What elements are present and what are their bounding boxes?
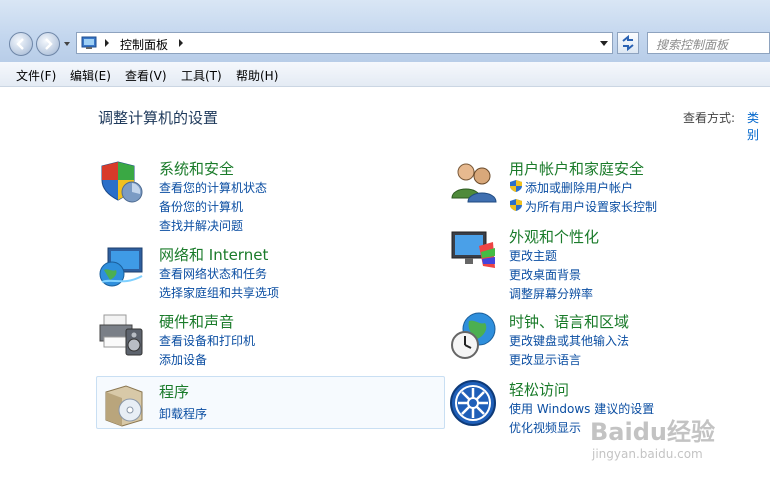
link-keyboard-input[interactable]: 更改键盘或其他输入法 [509,332,629,349]
link-troubleshoot[interactable]: 查找并解决问题 [159,217,243,234]
link-screen-resolution[interactable]: 调整屏幕分辨率 [509,285,593,302]
address-dropdown-icon[interactable] [600,41,608,47]
uac-shield-icon [510,180,522,192]
category-ease-of-access-title[interactable]: 轻松访问 [509,379,569,400]
ease-of-access-icon[interactable] [449,379,497,427]
baidu-watermark: Baidu经验 [590,418,715,446]
control-panel-icon [81,36,97,49]
category-appearance-title[interactable]: 外观和个性化 [509,226,599,247]
category-programs-hover-box[interactable] [96,376,445,429]
menu-file[interactable]: 文件(F) [16,67,56,84]
link-change-theme[interactable]: 更改主题 [509,247,557,264]
security-shield-icon[interactable] [98,158,146,206]
breadcrumb-chevron-icon[interactable] [104,39,110,47]
link-homegroup-sharing[interactable]: 选择家庭组和共享选项 [159,284,279,301]
menu-bar: 文件(F) 编辑(E) 查看(V) 工具(T) 帮助(H) [0,62,770,87]
category-hardware-title[interactable]: 硬件和声音 [159,311,234,332]
link-backup-computer[interactable]: 备份您的计算机 [159,198,243,215]
arrow-left-icon [16,38,24,50]
page-title: 调整计算机的设置 [98,109,219,127]
category-users-title[interactable]: 用户帐户和家庭安全 [509,158,644,179]
link-uninstall-program[interactable]: 卸载程序 [159,405,207,422]
view-by-label: 查看方式: [683,111,736,125]
view-by-dropdown[interactable]: 类别 [747,109,770,143]
menu-tools[interactable]: 工具(T) [181,67,222,84]
refresh-button[interactable] [617,32,639,54]
link-add-remove-users[interactable]: 添加或删除用户帐户 [525,179,633,196]
category-system-security-title[interactable]: 系统和安全 [159,158,234,179]
printer-speaker-icon[interactable] [98,311,146,359]
menu-view[interactable]: 查看(V) [125,67,167,84]
category-programs-title[interactable]: 程序 [159,381,189,402]
programs-box-icon[interactable] [100,380,148,428]
link-network-status[interactable]: 查看网络状态和任务 [159,265,267,282]
link-view-computer-status[interactable]: 查看您的计算机状态 [159,179,267,196]
link-parental-controls[interactable]: 为所有用户设置家长控制 [525,198,657,215]
address-bar[interactable]: 控制面板 [76,32,613,54]
network-globe-icon[interactable] [98,244,146,292]
window-titlebar: 控制面板 搜索控制面板 [0,0,770,62]
link-optimize-display[interactable]: 优化视频显示 [509,419,581,436]
category-clock-region-title[interactable]: 时钟、语言和区域 [509,311,629,332]
breadcrumb-chevron-icon[interactable] [178,39,184,47]
category-network-title[interactable]: 网络和 Internet [159,244,268,265]
breadcrumb-control-panel[interactable]: 控制面板 [120,36,168,53]
link-add-device[interactable]: 添加设备 [159,351,207,368]
forward-button[interactable] [36,32,60,56]
link-devices-printers[interactable]: 查看设备和打印机 [159,332,255,349]
menu-help[interactable]: 帮助(H) [236,67,278,84]
clock-globe-icon[interactable] [449,311,497,359]
link-display-language[interactable]: 更改显示语言 [509,351,581,368]
back-button[interactable] [9,32,33,56]
arrow-right-icon [45,38,53,50]
search-input[interactable]: 搜索控制面板 [647,32,770,54]
baidu-watermark-url: jingyan.baidu.com [592,447,703,461]
uac-shield-icon [510,199,522,211]
recent-pages-dropdown-icon[interactable] [63,40,71,48]
link-desktop-background[interactable]: 更改桌面背景 [509,266,581,283]
display-personalization-icon[interactable] [449,226,497,274]
menu-edit[interactable]: 编辑(E) [70,67,111,84]
refresh-icon [622,34,634,52]
user-accounts-icon[interactable] [449,158,497,206]
